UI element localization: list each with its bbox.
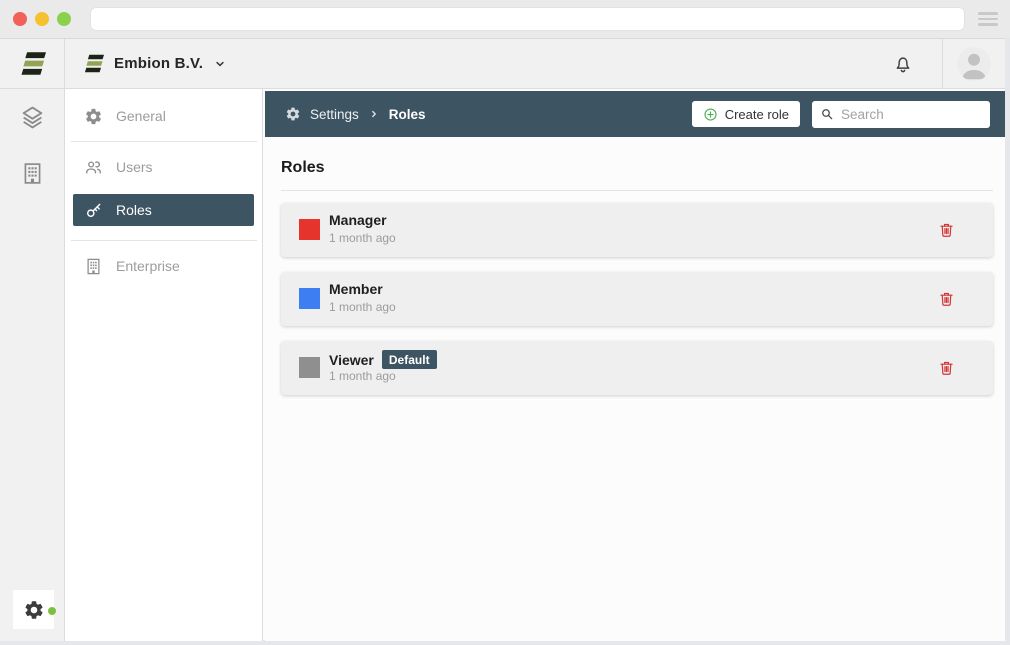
delete-role-button[interactable] [938,290,955,309]
company-name: Embion B.V. [114,55,203,72]
default-badge: Default [382,350,437,369]
role-name: Member [329,281,383,297]
browser-chrome [0,0,1010,38]
rail-item-layers[interactable] [0,89,65,145]
plus-circle-icon [703,107,718,122]
role-color-swatch [299,288,320,309]
breadcrumb-current: Roles [389,107,426,122]
delete-role-button[interactable] [938,221,955,240]
embion-logo-icon [83,53,104,74]
settings-sidebar: General Users Roles Enterprise [65,89,263,641]
minimize-window-button[interactable] [35,12,49,26]
role-name: Viewer [329,352,374,368]
delete-role-button[interactable] [938,359,955,378]
role-color-swatch [299,357,320,378]
embion-logo-icon [19,50,46,77]
hamburger-icon[interactable] [978,12,998,26]
url-bar[interactable] [90,7,965,31]
sidebar-item-label: Enterprise [116,258,180,274]
key-icon [84,201,103,220]
sidebar-item-label: Roles [116,202,152,218]
building-icon [84,257,103,276]
breadcrumb-bar: Settings Roles Create role [265,91,1005,137]
create-role-label: Create role [725,107,789,122]
create-role-button[interactable]: Create role [692,101,800,127]
breadcrumb: Settings Roles [285,106,426,122]
rail-logo-cell[interactable] [0,39,65,88]
gear-icon [84,107,103,126]
role-updated-time: 1 month ago [329,231,396,245]
screen: Embion B.V. [0,0,1010,645]
trash-icon [938,359,955,378]
app-window: Embion B.V. [0,38,1005,640]
search-icon [820,107,834,121]
building-icon [20,161,45,186]
role-updated-time: 1 month ago [329,300,396,314]
avatar-icon [957,47,991,81]
gear-icon [23,599,45,621]
roles-content: Roles Manager 1 month ago [265,159,1005,395]
role-color-swatch [299,219,320,240]
sidebar-item-enterprise[interactable]: Enterprise [65,241,262,291]
role-row-manager[interactable]: Manager 1 month ago [281,203,993,257]
icon-rail [0,89,65,641]
breadcrumb-actions: Create role [692,101,990,128]
role-name: Manager [329,212,387,228]
search-input[interactable] [841,107,982,122]
window-controls [13,12,71,26]
organization-switcher[interactable]: Embion B.V. [83,53,227,74]
rail-item-enterprise[interactable] [0,145,65,201]
role-updated-time: 1 month ago [329,369,396,383]
sidebar-item-users[interactable]: Users [65,142,262,192]
page-title: Roles [281,159,993,177]
gear-icon [285,106,301,122]
sidebar-item-label: General [116,108,166,124]
user-avatar[interactable] [957,47,991,81]
role-row-member[interactable]: Member 1 month ago [281,272,993,326]
search-box [812,101,990,128]
role-list: Manager 1 month ago Member [281,203,993,395]
sidebar-item-label: Users [116,159,153,175]
role-row-viewer[interactable]: Viewer Default 1 month ago [281,341,993,395]
sidebar-item-roles[interactable]: Roles [73,194,254,226]
chevron-right-icon [368,108,380,120]
header-right [892,39,1005,88]
breadcrumb-parent[interactable]: Settings [310,107,359,122]
zoom-window-button[interactable] [57,12,71,26]
users-icon [84,158,103,177]
title-divider [281,190,993,191]
header-divider [942,39,943,88]
layers-icon [20,105,45,130]
trash-icon [938,290,955,309]
app-header: Embion B.V. [0,39,1005,89]
close-window-button[interactable] [13,12,27,26]
sidebar-item-general[interactable]: General [65,91,262,141]
status-dot [48,607,56,615]
chevron-down-icon [213,57,227,71]
bell-icon[interactable] [892,53,914,75]
main-area: Settings Roles Create role Roles [265,89,1005,641]
trash-icon [938,221,955,240]
